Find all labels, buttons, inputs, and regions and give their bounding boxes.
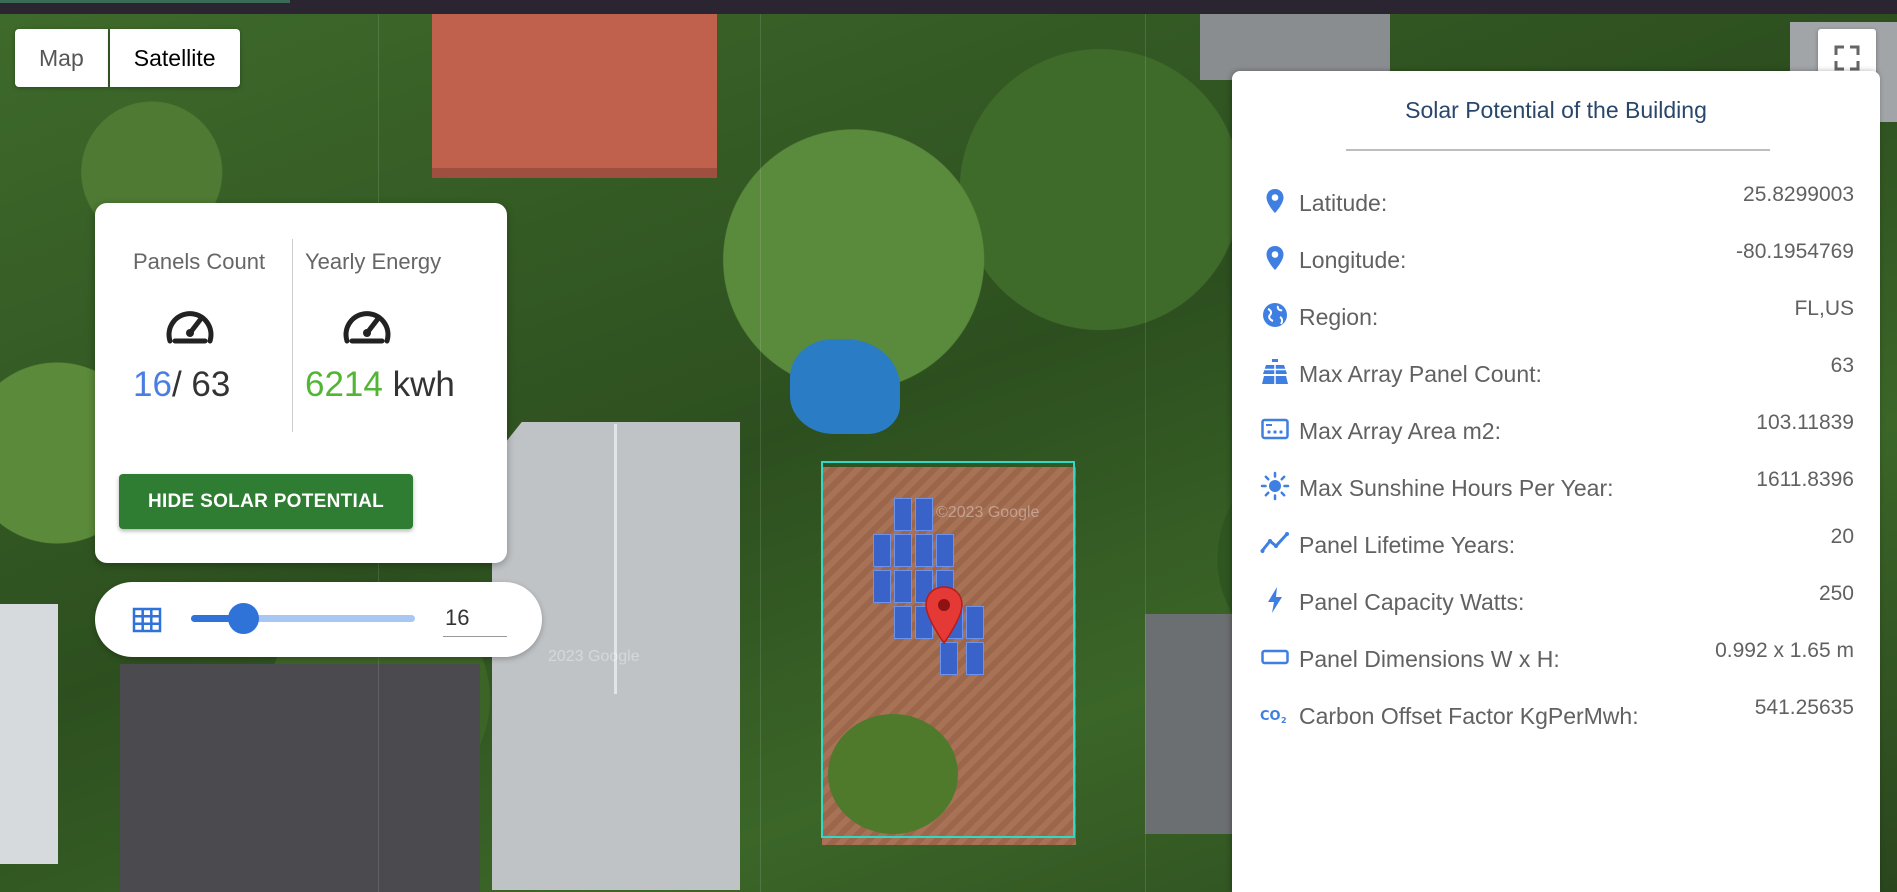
info-value: 103.11839 xyxy=(1756,411,1854,434)
map-type-satellite-button[interactable]: Satellite xyxy=(109,29,240,87)
map-type-map-button[interactable]: Map xyxy=(15,29,108,87)
co2-icon: CO 2 xyxy=(1260,709,1287,725)
info-value: 63 xyxy=(1830,354,1854,377)
panel-slider-thumb[interactable] xyxy=(227,603,259,634)
info-row-panel-dimensions: Panel Dimensions W x H: 0.992 x 1.65 m xyxy=(1232,632,1880,672)
info-row-max-array-area: Max Array Area m2: 103.11839 xyxy=(1232,404,1880,444)
location-pin-icon xyxy=(1266,189,1284,213)
location-pin-icon xyxy=(1266,246,1284,270)
info-value: 20 xyxy=(1830,525,1854,548)
solar-panel xyxy=(966,642,984,675)
info-label: Max Sunshine Hours Per Year: xyxy=(1299,475,1614,501)
panels-count-max: / 63 xyxy=(171,365,231,404)
solar-panel xyxy=(894,606,912,639)
blue-tarp xyxy=(790,339,900,434)
grid-icon xyxy=(132,607,162,633)
panels-count-label: Panels Count xyxy=(133,249,266,274)
info-value: -80.1954769 xyxy=(1736,240,1854,263)
neighbor-roof-low-right xyxy=(1145,614,1235,834)
sun-icon xyxy=(1260,471,1290,501)
panel-count-slider-card xyxy=(95,582,542,657)
solar-info-panel: Solar Potential of the Building Latitude… xyxy=(1232,71,1880,892)
solar-panel-icon xyxy=(1262,359,1288,384)
solar-panel xyxy=(873,570,891,603)
info-label: Panel Lifetime Years: xyxy=(1299,532,1516,558)
solar-panel xyxy=(966,606,984,639)
info-label: Max Array Panel Count: xyxy=(1299,361,1542,387)
location-marker-icon[interactable] xyxy=(924,585,964,645)
solar-panel xyxy=(915,534,933,567)
info-value: 1611.8396 xyxy=(1756,468,1854,491)
info-row-longitude: Longitude: -80.1954769 xyxy=(1232,233,1880,273)
info-label: Panel Dimensions W x H: xyxy=(1299,646,1560,672)
solar-panel xyxy=(894,570,912,603)
info-row-carbon-offset: CO 2 Carbon Offset Factor KgPerMwh: 541.2… xyxy=(1232,689,1880,729)
yearly-energy-label: Yearly Energy xyxy=(305,249,442,274)
solar-panel xyxy=(873,534,891,567)
svg-text:2: 2 xyxy=(1281,716,1287,725)
info-label: Longitude: xyxy=(1299,247,1407,273)
gauge-icon xyxy=(166,311,214,344)
neighbor-roof-red xyxy=(432,14,717,178)
solar-panel xyxy=(894,534,912,567)
info-label: Max Array Area m2: xyxy=(1299,418,1501,444)
panel-slider-track[interactable] xyxy=(191,603,415,634)
panels-count-current: 16 xyxy=(133,365,172,404)
solar-panel xyxy=(894,498,912,531)
solar-panel xyxy=(940,642,958,675)
info-panel-title: Solar Potential of the Building xyxy=(1405,97,1707,123)
info-label: Panel Capacity Watts: xyxy=(1299,589,1525,615)
info-row-panel-capacity: Panel Capacity Watts: 250 xyxy=(1232,575,1880,615)
bolt-icon xyxy=(1268,587,1282,613)
info-row-region: Region: FL,US xyxy=(1232,290,1880,330)
panels-count-value: 16/ 63 xyxy=(133,365,230,405)
panel-count-input[interactable] xyxy=(443,600,507,637)
info-row-panel-lifetime: Panel Lifetime Years: 20 xyxy=(1232,518,1880,558)
browser-top-bar xyxy=(0,0,1897,14)
map-type-control: Map Satellite xyxy=(15,29,240,87)
area-icon xyxy=(1261,418,1289,440)
info-label: Latitude: xyxy=(1299,190,1388,216)
gauge-icon xyxy=(343,311,391,344)
info-row-latitude: Latitude: 25.8299003 xyxy=(1232,176,1880,216)
info-value: 250 xyxy=(1818,582,1854,605)
neighbor-roof-grey xyxy=(120,664,480,892)
info-value: 541.25635 xyxy=(1754,696,1854,719)
map-watermark: 2023 Google xyxy=(548,648,640,665)
solar-stats-card: Panels Count 16/ 63 Yearly Energy 6214 k… xyxy=(95,203,507,563)
imagery-seam xyxy=(1145,14,1146,892)
imagery-seam xyxy=(760,14,761,892)
info-label: Carbon Offset Factor KgPerMwh: xyxy=(1299,703,1639,729)
yearly-energy-value: 6214 kwh xyxy=(305,365,455,405)
tab-accent xyxy=(0,0,290,3)
info-value: 0.992 x 1.65 m xyxy=(1715,639,1854,662)
trend-icon xyxy=(1260,532,1289,553)
yearly-energy-unit: kwh xyxy=(382,365,455,404)
info-value: 25.8299003 xyxy=(1743,183,1854,206)
globe-icon xyxy=(1263,303,1287,327)
solar-panel xyxy=(915,498,933,531)
info-value: FL,US xyxy=(1794,297,1854,320)
info-row-max-array-panel-count: Max Array Panel Count: 63 xyxy=(1232,347,1880,387)
rectangle-icon xyxy=(1261,649,1289,665)
neighbor-roof-left xyxy=(0,604,58,864)
title-divider xyxy=(1346,149,1770,151)
yearly-energy-number: 6214 xyxy=(305,365,383,404)
info-label: Region: xyxy=(1299,304,1379,330)
stats-divider xyxy=(292,239,293,432)
svg-text:CO: CO xyxy=(1260,709,1281,724)
info-row-max-sunshine-hours: Max Sunshine Hours Per Year: 1611.8396 xyxy=(1232,461,1880,501)
solar-panel xyxy=(936,534,954,567)
hide-solar-potential-button[interactable]: HIDE SOLAR POTENTIAL xyxy=(119,474,413,529)
